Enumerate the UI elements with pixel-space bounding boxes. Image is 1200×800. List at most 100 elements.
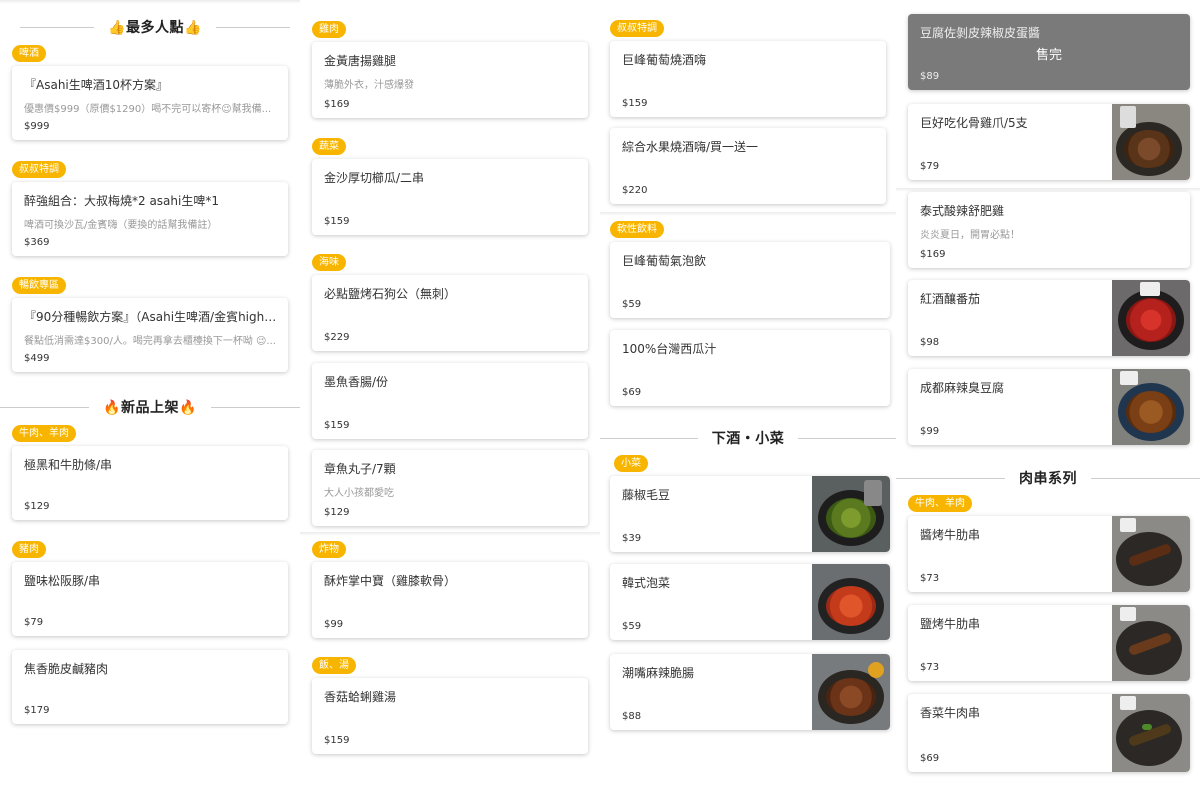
item-price: $79 (24, 617, 44, 628)
category-tag-pork: 豬肉 (12, 541, 46, 558)
food-photo-icon (812, 654, 890, 730)
category-tag-uncle: 叔叔特調 (610, 20, 664, 37)
item-name: 醬烤牛肋串 (920, 528, 981, 542)
category-tag-veg: 蔬菜 (312, 138, 346, 155)
category-tag-beef: 牛肉、羊肉 (908, 495, 972, 512)
item-name: 香菇蛤蜊雞湯 (324, 690, 397, 704)
soldout-label: 售完 (1035, 48, 1062, 63)
menu-item-card[interactable]: 醉強組合：大叔梅燒*2 asahi生啤*1 啤酒可換沙瓦/金賓嗨（要換的話幫我備… (12, 182, 288, 256)
item-price: $89 (920, 71, 940, 82)
menu-item-card[interactable]: 成都麻辣臭豆腐 $99 (908, 369, 1190, 445)
item-price: $129 (324, 507, 350, 518)
item-price: $169 (920, 249, 946, 260)
item-desc: 餐點低消需達$300/人。喝完再拿去櫃檯換下一杯呦 😉... (24, 336, 276, 347)
item-price: $159 (324, 420, 350, 431)
item-price: $59 (622, 621, 642, 632)
item-price: $59 (622, 299, 642, 310)
menu-item-card[interactable]: 醬烤牛肋串 $73 (908, 516, 1190, 592)
category-tag-uncle: 叔叔特調 (12, 161, 66, 178)
item-desc: 啤酒可換沙瓦/金賓嗨（要換的話幫我備註） (24, 220, 218, 231)
menu-item-card[interactable]: 焦香脆皮鹹豬肉 $179 (12, 650, 288, 724)
category-tag-fried: 炸物 (312, 541, 346, 558)
item-name: 100%台灣西瓜汁 (622, 342, 717, 356)
item-price: $79 (920, 161, 940, 172)
item-price: $220 (622, 185, 648, 196)
food-photo-icon (812, 564, 890, 640)
item-price: $99 (920, 426, 940, 437)
item-price: $159 (324, 216, 350, 227)
item-price: $98 (920, 337, 940, 348)
item-name: 章魚丸子/7顆 (324, 462, 396, 476)
section-title-snacks: 下酒・小菜 (600, 427, 896, 449)
category-tag-seafood: 海味 (312, 254, 346, 271)
item-name: 『Asahi生啤酒10杯方案』 (24, 78, 169, 92)
menu-item-card[interactable]: 金沙厚切櫛瓜/二串 $159 (312, 159, 588, 235)
item-price: $99 (324, 619, 344, 630)
menu-item-card[interactable]: 潮嘴麻辣脆腸 $88 (610, 654, 890, 730)
section-title-new: 🔥新品上架🔥 (0, 396, 300, 418)
menu-item-card[interactable]: 香菇蛤蜊雞湯 $159 (312, 678, 588, 754)
section-title-popular: 👍最多人點👍 (20, 16, 290, 38)
menu-item-card[interactable]: 韓式泡菜 $59 (610, 564, 890, 640)
menu-item-card[interactable]: 巨好吃化骨雞爪/5支 $79 (908, 104, 1190, 180)
item-price: $499 (24, 353, 50, 364)
food-photo-icon (1112, 694, 1190, 772)
item-name: 金沙厚切櫛瓜/二串 (324, 171, 425, 185)
menu-item-card[interactable]: 墨魚香腸/份 $159 (312, 363, 588, 439)
item-price: $73 (920, 573, 940, 584)
item-name: 酥炸掌中寶（雞膝軟骨） (324, 574, 457, 588)
item-price: $169 (324, 99, 350, 110)
item-desc: 薄脆外衣，汁感爆發 (324, 80, 414, 91)
category-tag-rice: 飯、湯 (312, 657, 356, 674)
item-price: $69 (622, 387, 642, 398)
category-tag-beef: 牛肉、羊肉 (12, 425, 76, 442)
item-name: 極黑和牛肋條/串 (24, 458, 113, 472)
item-name: 焦香脆皮鹹豬肉 (24, 662, 109, 676)
food-photo-icon (1112, 516, 1190, 592)
menu-item-card[interactable]: 香菜牛肉串 $69 (908, 694, 1190, 772)
item-name: 墨魚香腸/份 (324, 375, 389, 389)
menu-item-card[interactable]: 章魚丸子/7顆 大人小孩都愛吃 $129 (312, 450, 588, 526)
item-name: 金黃唐揚雞腿 (324, 54, 397, 68)
item-price: $159 (622, 98, 648, 109)
section-title-skewers: 肉串系列 (896, 467, 1200, 489)
item-name: 鹽烤牛肋串 (920, 617, 981, 631)
item-name: 綜合水果燒酒嗨/買一送一 (622, 140, 759, 154)
menu-item-card[interactable]: 巨峰葡萄燒酒嗨 $159 (610, 41, 886, 117)
category-tag-chicken: 雞肉 (312, 21, 346, 38)
menu-item-card[interactable]: 極黑和牛肋條/串 $129 (12, 446, 288, 520)
menu-item-card-soldout[interactable]: 豆腐佐剝皮辣椒皮蛋醬 售完 $89 (908, 14, 1190, 90)
item-price: $159 (324, 735, 350, 746)
item-price: $229 (324, 332, 350, 343)
menu-item-card[interactable]: 鹽烤牛肋串 $73 (908, 605, 1190, 681)
item-name: 必點鹽烤石狗公（無刺） (324, 287, 457, 301)
menu-item-card[interactable]: 金黃唐揚雞腿 薄脆外衣，汁感爆發 $169 (312, 42, 588, 118)
menu-item-card[interactable]: 藤椒毛豆 $39 (610, 476, 890, 552)
menu-item-card[interactable]: 鹽味松阪豚/串 $79 (12, 562, 288, 636)
item-price: $999 (24, 121, 50, 132)
item-desc: 優惠價$999（原價$1290）喝不完可以寄杯😉幫我備... (24, 104, 272, 115)
item-name: 巨好吃化骨雞爪/5支 (920, 116, 1028, 130)
item-name: 韓式泡菜 (622, 576, 671, 590)
menu-item-card[interactable]: 酥炸掌中寶（雞膝軟骨） $99 (312, 562, 588, 638)
menu-item-card[interactable]: 『90分種暢飲方案』（Asahi生啤酒/金賓high b... 餐點低消需達$3… (12, 298, 288, 372)
menu-item-card[interactable]: 綜合水果燒酒嗨/買一送一 $220 (610, 128, 886, 204)
item-desc: 炎炎夏日，開胃必點！ (920, 230, 1020, 241)
menu-item-card[interactable]: 『Asahi生啤酒10杯方案』 優惠價$999（原價$1290）喝不完可以寄杯😉… (12, 66, 288, 140)
item-name: 紅酒釀番茄 (920, 292, 981, 306)
menu-item-card[interactable]: 100%台灣西瓜汁 $69 (610, 330, 890, 406)
category-tag-beer: 啤酒 (12, 45, 46, 62)
food-photo-icon (1112, 605, 1190, 681)
item-name: 豆腐佐剝皮辣椒皮蛋醬 (920, 26, 1041, 40)
menu-item-card[interactable]: 紅酒釀番茄 $98 (908, 280, 1190, 356)
food-photo-icon (812, 476, 890, 552)
menu-item-card[interactable]: 必點鹽烤石狗公（無刺） $229 (312, 275, 588, 351)
food-photo-icon (1112, 280, 1190, 356)
item-name: 泰式酸辣舒肥雞 (920, 204, 1005, 218)
item-name: 潮嘴麻辣脆腸 (622, 666, 695, 680)
menu-item-card[interactable]: 泰式酸辣舒肥雞 炎炎夏日，開胃必點！ $169 (908, 192, 1190, 268)
category-tag-unlimited: 暢飲專區 (12, 277, 66, 294)
menu-item-card[interactable]: 巨峰葡萄氣泡飲 $59 (610, 242, 890, 318)
item-price: $69 (920, 753, 940, 764)
food-photo-icon (1112, 104, 1190, 180)
